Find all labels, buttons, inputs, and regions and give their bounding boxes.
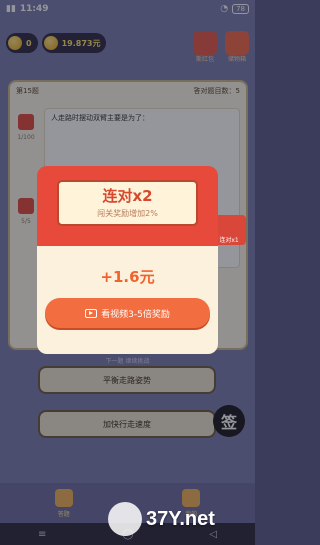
combo-reward-popup: 连对x2 闯关奖励增加2% +1.6元 看视频3-5倍奖励 [37, 166, 218, 354]
combo-title: 连对x2 [102, 187, 153, 205]
popup-header: 连对x2 闯关奖励增加2% [37, 166, 218, 251]
combo-box: 连对x2 闯关奖励增加2% [57, 180, 198, 226]
popup-body: +1.6元 看视频3-5倍奖励 [37, 246, 218, 354]
site-watermark: 37Y.net [108, 502, 215, 536]
watermark-text: 37Y.net [146, 507, 215, 530]
watch-video-label: 看视频3-5倍奖励 [101, 309, 170, 320]
combo-subtitle: 闯关奖励增加2% [97, 209, 158, 218]
watch-video-button[interactable]: 看视频3-5倍奖励 [45, 298, 210, 328]
reward-amount: +1.6元 [100, 268, 155, 286]
video-icon [85, 308, 98, 318]
watermark-logo [108, 502, 142, 536]
